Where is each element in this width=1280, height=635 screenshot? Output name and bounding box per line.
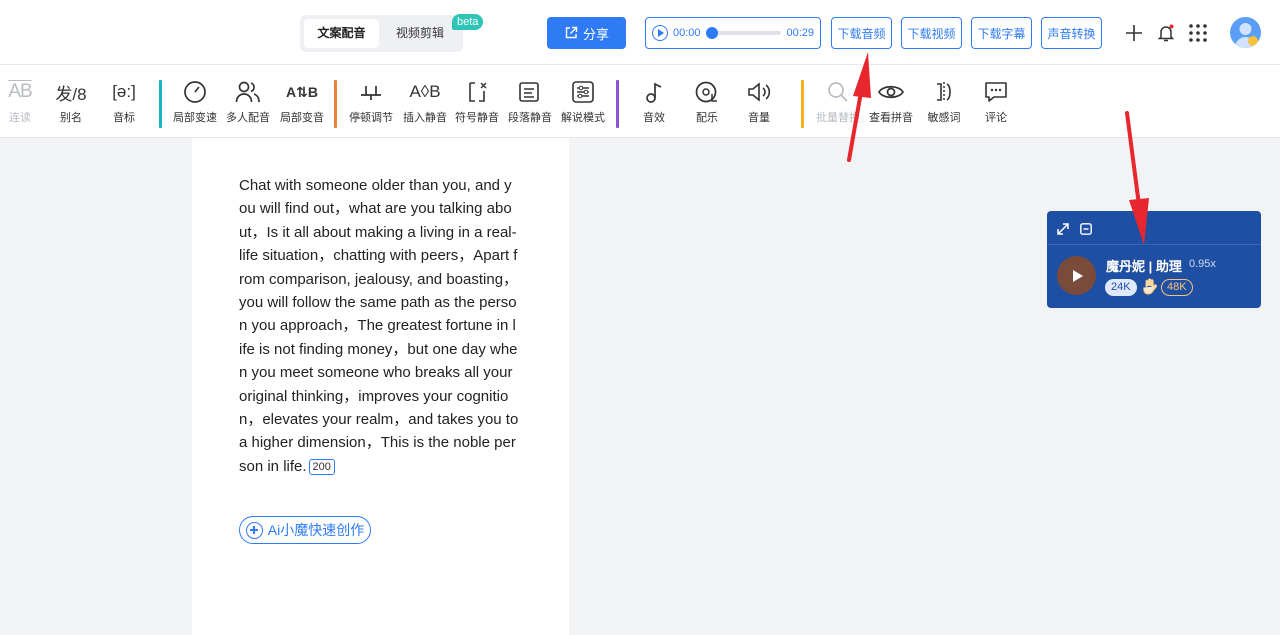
tool-label: 评论 xyxy=(985,112,1007,124)
download-video-button[interactable]: 下载视频 xyxy=(901,17,962,49)
avatar[interactable] xyxy=(1230,17,1261,48)
tool-label: 多人配音 xyxy=(226,112,270,124)
voice-play-button[interactable] xyxy=(1057,256,1096,295)
tool-paragraph-mute[interactable]: 段落静音 xyxy=(500,77,560,131)
top-bar: 文案配音 视频剪辑 beta 分享 00:00 00:29 下载音频 下载视频 … xyxy=(0,0,1280,65)
mode-tabs: 文案配音 视频剪辑 xyxy=(300,15,463,52)
player-current-time: 00:00 xyxy=(673,27,701,39)
tool-eye[interactable]: 查看拼音 xyxy=(861,77,921,131)
tool-label: 音标 xyxy=(113,112,135,124)
search-icon xyxy=(827,77,849,107)
toolbar-separator xyxy=(159,80,162,128)
player-total-time: 00:29 xyxy=(786,27,814,39)
tool-label: 连读 xyxy=(9,112,31,124)
tool-label: 查看拼音 xyxy=(869,112,913,124)
editor-toolbar: AB 连读 发/8 别名 [ə:] 音标 局部变速 多人配音 A⇅B 局部变音 停顿调节 A◊B 插入静… xyxy=(0,65,1280,138)
tool-label: 符号静音 xyxy=(455,112,499,124)
document-text-block[interactable]: Chat with someone older than you, and yo… xyxy=(239,174,519,478)
toolbar-separator xyxy=(801,80,804,128)
comment-icon xyxy=(984,77,1008,107)
bell-icon[interactable] xyxy=(1155,22,1177,44)
disc-icon xyxy=(695,77,719,107)
voice-convert-button[interactable]: 声音转换 xyxy=(1041,17,1102,49)
tool-phonetic[interactable]: [ə:] 音标 xyxy=(94,77,154,131)
tool-label: 停顿调节 xyxy=(349,112,393,124)
voice-name: 魔丹妮 | 助理 xyxy=(1106,259,1182,274)
play-icon xyxy=(1073,269,1083,282)
eye-icon xyxy=(878,77,904,107)
tool-search[interactable]: 批量替换 xyxy=(808,77,868,131)
people-icon xyxy=(235,77,261,107)
share-button[interactable]: 分享 xyxy=(547,17,626,49)
ai-create-button[interactable]: Ai小魔快速创作 xyxy=(239,516,371,544)
beta-badge: beta xyxy=(452,14,484,30)
ai-create-label: Ai小魔快速创作 xyxy=(267,522,365,538)
tool-symbol-mute[interactable]: 符号静音 xyxy=(447,77,507,131)
tool-label: 插入静音 xyxy=(403,112,447,124)
tool-label: 音量 xyxy=(748,112,770,124)
expand-icon[interactable] xyxy=(1057,223,1069,235)
tool-label: 局部变音 xyxy=(280,112,324,124)
voice-speed: 0.95x xyxy=(1189,258,1216,270)
sensitive-icon xyxy=(933,77,955,107)
voice-panel: 魔丹妮 | 助理 0.95x 24K 48K xyxy=(1047,211,1261,308)
insert-silence-icon: A◊B xyxy=(409,82,441,101)
minimize-icon[interactable] xyxy=(1080,223,1092,235)
char-count-badge: 200 xyxy=(308,458,335,475)
tool-label: 解说模式 xyxy=(561,112,605,124)
voice-panel-header xyxy=(1047,211,1261,245)
tool-label: 批量替换 xyxy=(816,112,860,124)
sliders-icon xyxy=(572,77,594,107)
voice-swap-icon: A⇅B xyxy=(286,83,318,100)
toolbar-separator xyxy=(616,80,619,128)
tab-dubbing[interactable]: 文案配音 xyxy=(304,19,379,48)
toolbar-separator xyxy=(334,80,337,128)
vip-hand-icon xyxy=(1143,278,1157,295)
share-icon xyxy=(565,26,578,39)
player-progress-track[interactable] xyxy=(705,27,782,39)
tool-people[interactable]: 多人配音 xyxy=(218,77,278,131)
tab-video-edit[interactable]: 视频剪辑 xyxy=(382,19,458,48)
tool-alias[interactable]: 发/8 别名 xyxy=(41,77,101,131)
plus-circle-icon xyxy=(245,521,263,539)
tool-insert-silence[interactable]: A◊B 插入静音 xyxy=(395,77,455,131)
symbol-mute-icon xyxy=(466,77,488,107)
tool-sensitive[interactable]: 敏感词 xyxy=(914,77,974,131)
volume-icon xyxy=(747,77,771,107)
tool-disc[interactable]: 配乐 xyxy=(677,77,737,131)
player-progress-knob[interactable] xyxy=(705,27,718,39)
apps-grid-icon[interactable] xyxy=(1187,22,1209,44)
audio-player: 00:00 00:29 xyxy=(645,17,821,49)
plus-icon[interactable] xyxy=(1123,22,1145,44)
tool-sliders[interactable]: 解说模式 xyxy=(553,77,613,131)
speed-icon xyxy=(183,77,207,107)
document-editor[interactable]: Chat with someone older than you, and yo… xyxy=(192,138,569,635)
tool-label: 音效 xyxy=(643,112,665,124)
download-subtitle-button[interactable]: 下载字幕 xyxy=(971,17,1032,49)
tool-label: 敏感词 xyxy=(927,112,961,124)
document-text[interactable]: Chat with someone older than you, and yo… xyxy=(239,177,518,475)
phonetic-icon: [ə:] xyxy=(112,82,136,101)
paragraph-mute-icon xyxy=(518,77,542,107)
alias-icon: 发/8 xyxy=(55,84,87,104)
sample-rate-24k-chip[interactable]: 24K xyxy=(1105,279,1137,296)
tool-label: 别名 xyxy=(60,112,82,124)
tool-pause-adjust[interactable]: 停顿调节 xyxy=(341,77,401,131)
ab-link-icon: AB xyxy=(8,81,32,102)
share-label: 分享 xyxy=(582,26,609,42)
sample-rate-48k-chip[interactable]: 48K xyxy=(1161,279,1193,296)
tool-volume[interactable]: 音量 xyxy=(729,77,789,131)
pause-adjust-icon xyxy=(359,77,383,107)
tool-voice-swap[interactable]: A⇅B 局部变音 xyxy=(272,77,332,131)
play-icon[interactable] xyxy=(652,25,668,41)
tool-label: 局部变速 xyxy=(173,112,217,124)
tool-speed[interactable]: 局部变速 xyxy=(165,77,225,131)
tool-comment[interactable]: 评论 xyxy=(966,77,1026,131)
tool-music-note[interactable]: 音效 xyxy=(624,77,684,131)
download-audio-button[interactable]: 下载音频 xyxy=(831,17,892,49)
music-note-icon xyxy=(643,77,665,107)
tool-label: 段落静音 xyxy=(508,112,552,124)
tool-label: 配乐 xyxy=(696,112,718,124)
